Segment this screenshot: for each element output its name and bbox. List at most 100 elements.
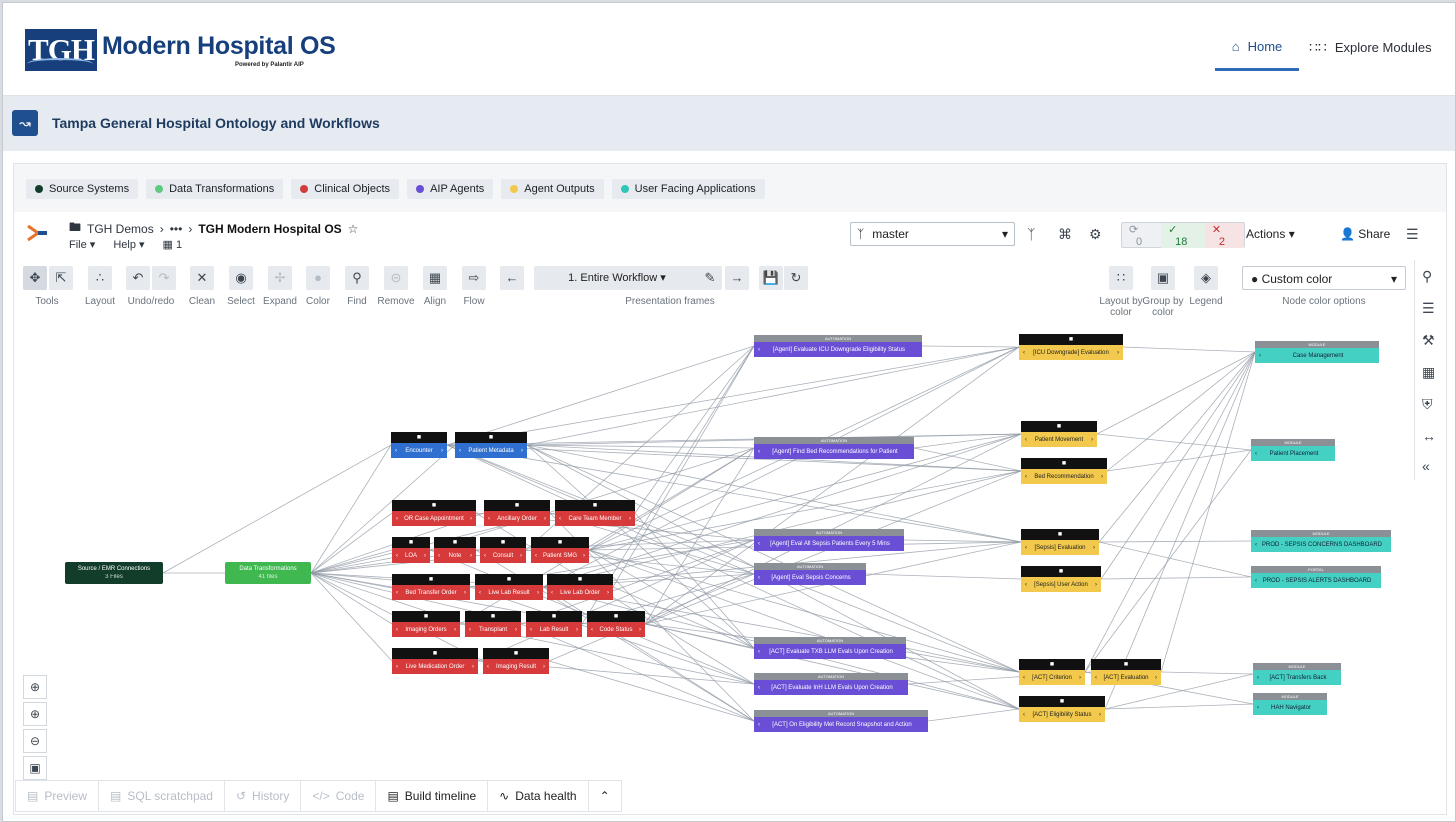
node-live-medication[interactable]: ■ ‹ Live Medication Order ›: [392, 648, 478, 674]
node-type-icon: ■: [1021, 566, 1101, 577]
node-body: ‹ [Agent] Evaluate ICU Downgrade Eligibil…: [754, 342, 922, 357]
node-type-icon: ■: [1091, 659, 1161, 670]
tab-sql-scratchpad[interactable]: ▤ SQL scratchpad: [99, 781, 225, 811]
node-bed-rec[interactable]: ■ ‹ Bed Recommendation ›: [1021, 458, 1107, 484]
node-act-criterion[interactable]: ■ ‹ [ACT] Criterion ›: [1019, 659, 1085, 685]
node-act-txb[interactable]: AUTOMATION ‹ [ACT] Evaluate TXB LLM Evals …: [754, 637, 906, 659]
node-care-team[interactable]: ■ ‹ Care Team Member ›: [555, 500, 635, 526]
node-act-evaluation[interactable]: ■ ‹ [ACT] Evaluation ›: [1091, 659, 1161, 685]
tab-data-health[interactable]: ∿ Data health: [488, 781, 589, 811]
node-label: PROD - SEPSIS ALERTS DASHBOARD: [1262, 577, 1372, 584]
node-tag: AUTOMATION: [754, 437, 914, 444]
node-label: Care Team Member: [568, 515, 622, 522]
node-agent-sepsis[interactable]: AUTOMATION ‹ [Agent] Eval Sepsis Concerns: [754, 563, 866, 585]
node-agent-sepsis-all[interactable]: AUTOMATION ‹ [Agent] Eval All Sepsis Patie…: [754, 529, 904, 551]
node-encounter[interactable]: ■ ‹ Encounter ›: [391, 432, 447, 458]
node-sepsis-dash[interactable]: MODULE ‹ PROD - SEPSIS CONCERNS DASHBOARD: [1251, 530, 1391, 552]
node-transplant[interactable]: ■ ‹ Transplant ›: [465, 611, 521, 637]
node-body: ‹ Imaging Orders ›: [392, 622, 460, 637]
node-body: ‹ [ACT] Eligibility Status ›: [1019, 707, 1105, 722]
node-imaging-orders[interactable]: ■ ‹ Imaging Orders ›: [392, 611, 460, 637]
node-body: ‹ [Agent] Eval All Sepsis Patients Every …: [754, 536, 904, 551]
node-label: Transplant: [478, 626, 508, 633]
zoom-out-icon[interactable]: ⊖: [23, 729, 47, 753]
node-imaging-result[interactable]: ■ ‹ Imaging Result ›: [483, 648, 549, 674]
graph-edge: [548, 660, 755, 722]
node-case-mgmt[interactable]: MODULE ‹ Case Management: [1255, 341, 1379, 363]
tab-history[interactable]: ↺ History: [225, 781, 302, 811]
node-type-icon: ■: [1021, 529, 1099, 540]
node-act-snapshot[interactable]: AUTOMATION ‹ [ACT] On Eligibility Met Reco…: [754, 710, 928, 732]
node-tag: AUTOMATION: [754, 529, 904, 536]
node-live-lab-order[interactable]: ■ ‹ Live Lab Order ›: [547, 574, 613, 600]
node-body: ‹ [Sepsis] User Action ›: [1021, 577, 1101, 592]
node-sepsis-user[interactable]: ■ ‹ [Sepsis] User Action ›: [1021, 566, 1101, 592]
node-agent-bed[interactable]: AUTOMATION ‹ [Agent] Find Bed Recommendati…: [754, 437, 914, 459]
node-patient-movement[interactable]: ■ ‹ Patient Movement ›: [1021, 421, 1097, 447]
graph-edge: [446, 444, 1022, 472]
graph-edge: [1084, 449, 1252, 673]
node-agent-icu[interactable]: AUTOMATION ‹ [Agent] Evaluate ICU Downgrad…: [754, 335, 922, 357]
node-title: Data Transformations: [239, 566, 297, 572]
node-subtitle: 3 Files: [105, 574, 123, 580]
graph-edge: [446, 346, 1020, 446]
node-label: [Agent] Eval Sepsis Concerns: [771, 574, 851, 581]
graph-edge: [1098, 541, 1252, 578]
tab-code[interactable]: </> Code: [301, 781, 377, 811]
node-body: ‹ [Sepsis] Evaluation ›: [1021, 540, 1099, 555]
node-ancillary[interactable]: ■ ‹ Ancillary Order ›: [484, 500, 550, 526]
node-type-icon: ■: [526, 611, 582, 622]
node-tag: AUTOMATION: [754, 335, 922, 342]
node-lab-result[interactable]: ■ ‹ Lab Result ›: [526, 611, 582, 637]
node-patient-smg[interactable]: ■ ‹ Patient SMG ›: [531, 537, 589, 563]
node-label: [Agent] Eval All Sepsis Patients Every 5…: [770, 540, 890, 547]
node-sepsis-alerts[interactable]: PORTAL ‹ PROD - SEPSIS ALERTS DASHBOARD: [1251, 566, 1381, 588]
node-live-lab-result[interactable]: ■ ‹ Live Lab Result ›: [475, 574, 543, 600]
node-act-eligibility[interactable]: ■ ‹ [ACT] Eligibility Status ›: [1019, 696, 1105, 722]
node-label: Patient SMG: [542, 552, 577, 559]
node-hah-nav[interactable]: MODULE ‹ HAH Navigator: [1253, 693, 1327, 715]
node-or-case[interactable]: ■ ‹ OR Case Appointment ›: [392, 500, 476, 526]
expand-panel-icon[interactable]: ⌃: [589, 781, 621, 811]
node-label: [ACT] On Eligibility Met Record Snapshot…: [772, 721, 912, 728]
graph-edge: [644, 447, 755, 625]
node-type-icon: ■: [455, 432, 527, 443]
node-body: ‹ [ACT] Criterion ›: [1019, 670, 1085, 685]
node-code-status[interactable]: ■ ‹ Code Status ›: [587, 611, 645, 637]
fit-icon[interactable]: ▣: [23, 756, 47, 780]
node-tag: PORTAL: [1251, 566, 1381, 573]
zoom-controls: ⊕ ⊕ ⊖ ▣: [23, 675, 47, 783]
node-type-icon: ■: [1019, 334, 1123, 345]
node-bed-transfer[interactable]: ■ ‹ Bed Transfer Order ›: [392, 574, 470, 600]
node-label: [Sepsis] Evaluation: [1034, 544, 1086, 551]
node-sepsis-eval[interactable]: ■ ‹ [Sepsis] Evaluation ›: [1021, 529, 1099, 555]
tab-preview[interactable]: ▤ Preview: [16, 781, 100, 811]
node-consult[interactable]: ■ ‹ Consult ›: [480, 537, 526, 563]
node-type-icon: ■: [392, 648, 478, 659]
center-icon[interactable]: ⊕: [23, 675, 47, 699]
node-transfers-back[interactable]: MODULE ‹ [ACT] Transfers Back: [1253, 663, 1341, 685]
node-patient-metadata[interactable]: ■ ‹ Patient Metadata ›: [455, 432, 527, 458]
node-source[interactable]: Source / EMR Connections 3 Files: [65, 562, 163, 584]
node-act-inhl[interactable]: AUTOMATION ‹ [ACT] Evaluate InH LLM Evals …: [754, 673, 908, 695]
graph-edge: [1106, 351, 1256, 472]
graph-edge: [162, 444, 392, 574]
node-patient-placement[interactable]: MODULE ‹ Patient Placement: [1251, 439, 1335, 461]
node-body: ‹ Imaging Result ›: [483, 659, 549, 674]
node-body: ‹ Encounter ›: [391, 443, 447, 458]
node-label: HAH Navigator: [1270, 704, 1311, 711]
node-loa[interactable]: ■ ‹ LOA ›: [392, 537, 430, 563]
node-body: ‹ [Agent] Eval Sepsis Concerns: [754, 570, 866, 585]
node-icu-eval[interactable]: ■ ‹ [ICU Downgrade] Evaluation ›: [1019, 334, 1123, 360]
node-type-icon: ■: [392, 500, 476, 511]
node-label: [ACT] Criterion: [1032, 674, 1072, 681]
zoom-in-icon[interactable]: ⊕: [23, 702, 47, 726]
bottom-tabs: ▤ Preview ▤ SQL scratchpad ↺ History </>…: [15, 780, 622, 812]
node-type-icon: ■: [531, 537, 589, 548]
tab-build-timeline[interactable]: ▤ Build timeline: [376, 781, 489, 811]
node-note[interactable]: ■ ‹ Note ›: [434, 537, 476, 563]
node-label: Lab Result: [539, 626, 569, 633]
node-label: Patient Movement: [1034, 436, 1084, 443]
node-transform[interactable]: Data Transformations 41 files: [225, 562, 311, 584]
node-body: ‹ [Agent] Find Bed Recommendations for Pa…: [754, 444, 914, 459]
